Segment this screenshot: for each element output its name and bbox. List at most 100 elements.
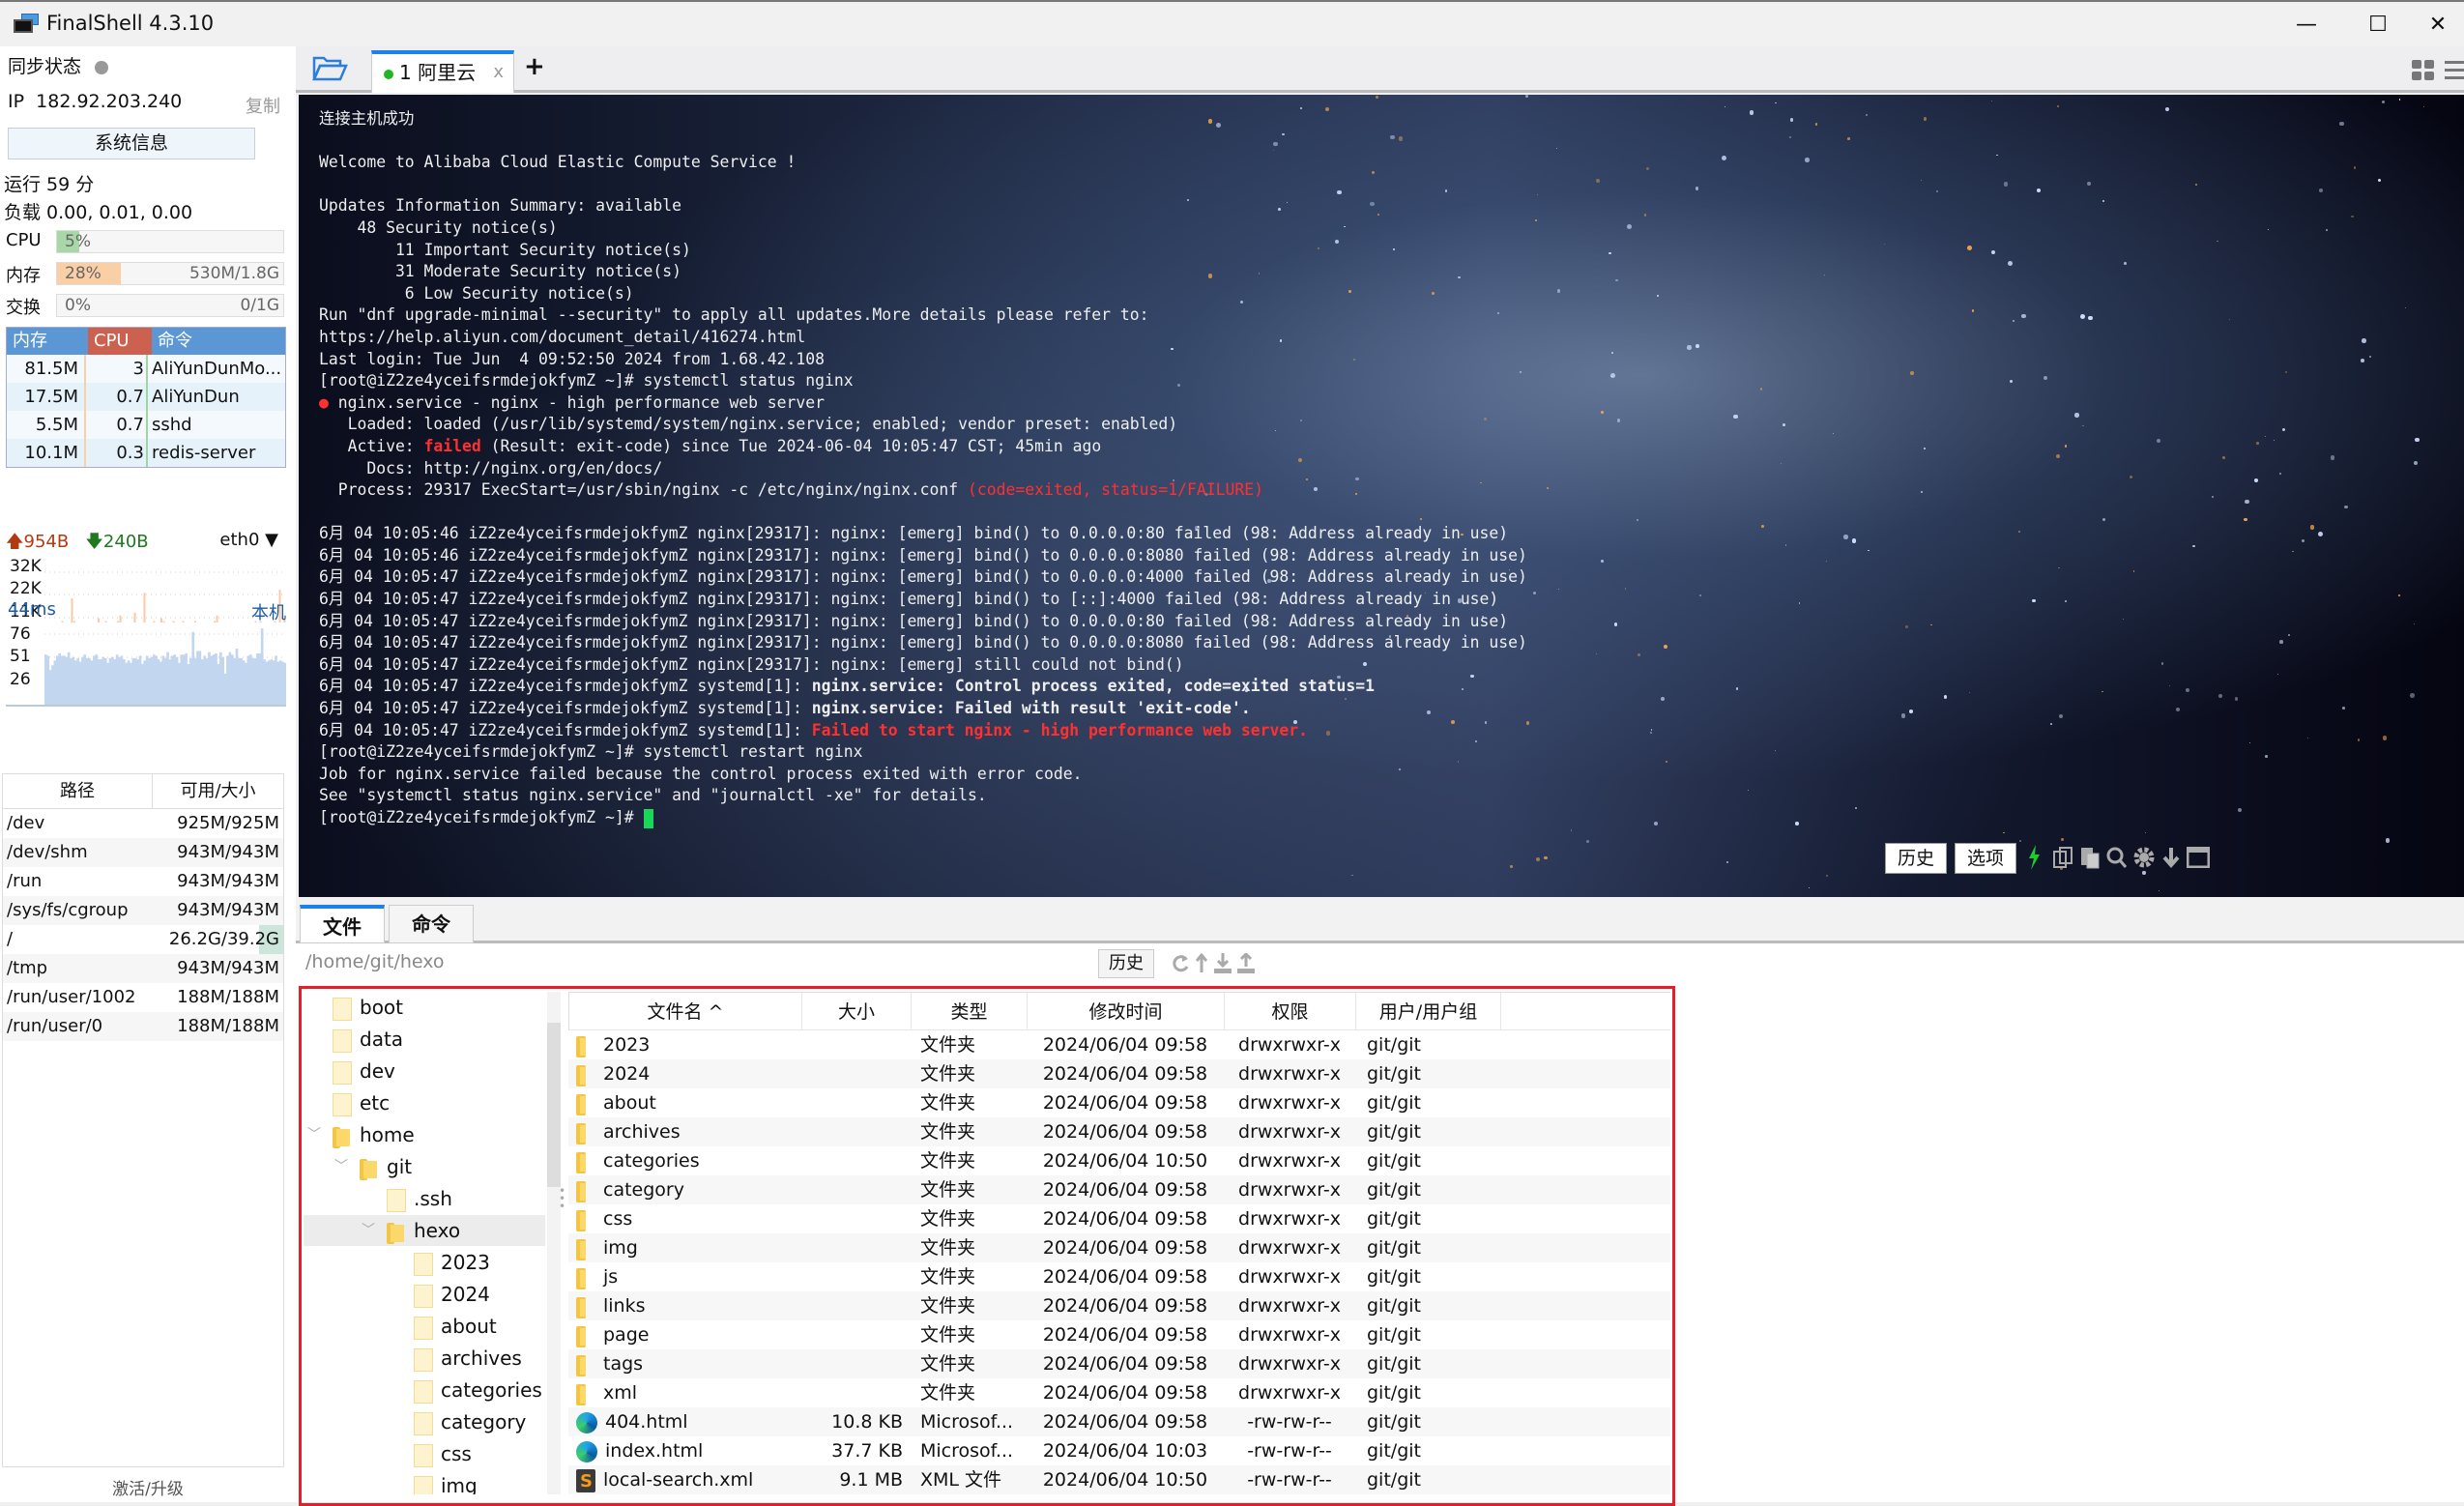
search-button[interactable] — [2105, 845, 2129, 870]
refresh-button[interactable] — [1170, 951, 1191, 976]
terminal-line: 6月 04 10:05:47 iZ2ze4yceifsrmdejokfymZ n… — [319, 632, 1527, 654]
terminal-text: Loaded: loaded (/usr/lib/systemd/system/… — [319, 415, 1178, 434]
disk-header-size[interactable]: 可用/大小 — [153, 774, 283, 808]
bokeh-dot — [2088, 315, 2093, 321]
disk-row[interactable]: /run/user/1002 188M/188M — [3, 983, 283, 1012]
gear-icon — [2133, 847, 2155, 868]
bokeh-dot — [2086, 182, 2091, 187]
paste-button[interactable] — [2078, 845, 2102, 870]
open-folder-button[interactable] — [311, 54, 348, 83]
arrow-down-icon — [2162, 848, 2180, 869]
latency-bar — [246, 655, 250, 706]
bokeh-dot — [1555, 147, 1557, 149]
disk-header-path[interactable]: 路径 — [3, 774, 153, 808]
current-path[interactable]: /home/git/hexo — [305, 951, 445, 972]
tab-commands[interactable]: 命令 — [389, 905, 474, 943]
disk-path: /sys/fs/cgroup — [7, 900, 129, 920]
disk-row[interactable]: /sys/fs/cgroup 943M/943M — [3, 896, 283, 925]
bokeh-dot — [2414, 437, 2420, 443]
path-history-button[interactable]: 历史 — [1098, 949, 1154, 978]
paste-icon — [2081, 848, 2100, 869]
latency-target[interactable]: 本机 — [251, 599, 286, 624]
upload-button[interactable] — [1235, 951, 1257, 976]
list-layout-icon[interactable] — [2445, 60, 2464, 81]
bokeh-dot — [1798, 602, 1801, 604]
bokeh-dot — [2409, 693, 2415, 699]
disk-row[interactable]: /run 943M/943M — [3, 867, 283, 896]
latency-bar — [182, 654, 186, 706]
bokeh-dot — [2360, 359, 2364, 363]
close-button[interactable]: ✕ — [2413, 8, 2463, 41]
disk-row[interactable]: /run/user/0 188M/188M — [3, 1012, 283, 1041]
process-row[interactable]: 81.5M 3 AliYunDunMo... — [7, 355, 285, 383]
bokeh-dot — [1733, 414, 1738, 419]
bokeh-dot — [2065, 599, 2068, 602]
latency-bar — [223, 673, 227, 706]
bokeh-dot — [1825, 560, 1828, 563]
activate-upgrade-link[interactable]: 激活/升级 — [0, 1475, 296, 1499]
process-row[interactable]: 5.5M 0.7 sshd — [7, 411, 285, 439]
process-memory: 10.1M — [7, 439, 86, 467]
bokeh-dot — [1544, 855, 1548, 859]
terminal-text: See "systemctl status nginx.service" and… — [319, 786, 987, 805]
fullscreen-button[interactable] — [2187, 845, 2210, 870]
bokeh-dot — [2221, 456, 2225, 459]
interface-select[interactable]: eth0 ▼ — [219, 530, 278, 550]
bokeh-dot — [2122, 618, 2125, 621]
terminal-segment: Process: 29317 ExecStart=/usr/sbin/nginx… — [319, 480, 969, 500]
process-header-cpu[interactable]: CPU — [88, 328, 152, 355]
latency-bar — [133, 657, 137, 706]
scroll-down-button[interactable] — [2160, 845, 2183, 870]
disk-row[interactable]: / 26.2G/39.2G — [3, 925, 283, 954]
process-rows: 81.5M 3 AliYunDunMo... 17.5M 0.7 AliYunDun 5.5… — [7, 355, 285, 467]
copy-button[interactable] — [2051, 845, 2074, 870]
latency-bar — [173, 654, 177, 706]
terminal-text: 11 Important Security notice(s) — [319, 240, 691, 259]
settings-button[interactable] — [2132, 845, 2156, 870]
terminal-line: 6月 04 10:05:47 iZ2ze4yceifsrmdejokfymZ s… — [319, 720, 1527, 742]
terminal-line: 11 Important Security notice(s) — [319, 240, 1527, 262]
bokeh-dot — [1510, 865, 1514, 869]
system-info-button[interactable]: 系统信息 — [8, 128, 255, 159]
session-tab[interactable]: 1 阿里云 x — [371, 50, 514, 93]
maximize-button[interactable]: ☐ — [2353, 8, 2403, 41]
bokeh-dot — [1556, 289, 1560, 293]
terminal-segment: Failed to start nginx - high performance… — [811, 720, 1308, 739]
bokeh-dot — [1532, 592, 1536, 595]
bokeh-dot — [1826, 875, 1829, 878]
process-command: sshd — [152, 415, 192, 435]
disk-row[interactable]: /dev/shm 943M/943M — [3, 838, 283, 867]
download-button[interactable] — [1212, 951, 1233, 976]
disk-row[interactable]: /dev 925M/925M — [3, 809, 283, 838]
latency-bar — [193, 657, 197, 706]
latency-bar — [81, 656, 84, 706]
terminal-options-button[interactable]: 选项 — [1955, 843, 2016, 874]
latency-bar — [83, 654, 87, 706]
bokeh-dot — [2212, 496, 2214, 498]
process-row[interactable]: 17.5M 0.7 AliYunDun — [7, 383, 285, 411]
process-header-command[interactable]: 命令 — [152, 328, 285, 355]
terminal[interactable]: 连接主机成功 Welcome to Alibaba Cloud Elastic … — [299, 95, 2464, 897]
minimize-button[interactable]: — — [2281, 8, 2332, 41]
bokeh-dot — [1570, 829, 1573, 831]
bokeh-dot — [2218, 694, 2222, 698]
disk-row[interactable]: /tmp 943M/943M — [3, 954, 283, 983]
bokeh-dot — [1809, 886, 1811, 889]
terminal-history-button[interactable]: 历史 — [1885, 843, 1947, 874]
add-tab-button[interactable]: + — [524, 52, 545, 81]
bokeh-dot — [2309, 525, 2315, 530]
terminal-line: 6月 04 10:05:46 iZ2ze4yceifsrmdejokfymZ n… — [319, 545, 1527, 567]
connected-status-icon — [384, 70, 393, 79]
terminal-text: Docs: http://nginx.org/en/docs/ — [319, 458, 663, 478]
tab-files[interactable]: 文件 — [300, 905, 385, 943]
quick-connect-button[interactable] — [2022, 845, 2045, 870]
disk-size: 943M/943M — [177, 958, 279, 978]
process-row[interactable]: 10.1M 0.3 redis-server — [7, 439, 285, 467]
parent-dir-button[interactable] — [1191, 951, 1212, 976]
network-header: 🡅954B 🡇240B eth0 ▼ — [6, 530, 286, 553]
process-header-memory[interactable]: 内存 — [7, 328, 88, 355]
tab-close-icon[interactable]: x — [493, 54, 504, 91]
bokeh-dot — [1611, 352, 1614, 354]
copy-ip-button[interactable]: 复制 — [246, 93, 280, 118]
grid-layout-icon[interactable] — [2412, 60, 2435, 81]
